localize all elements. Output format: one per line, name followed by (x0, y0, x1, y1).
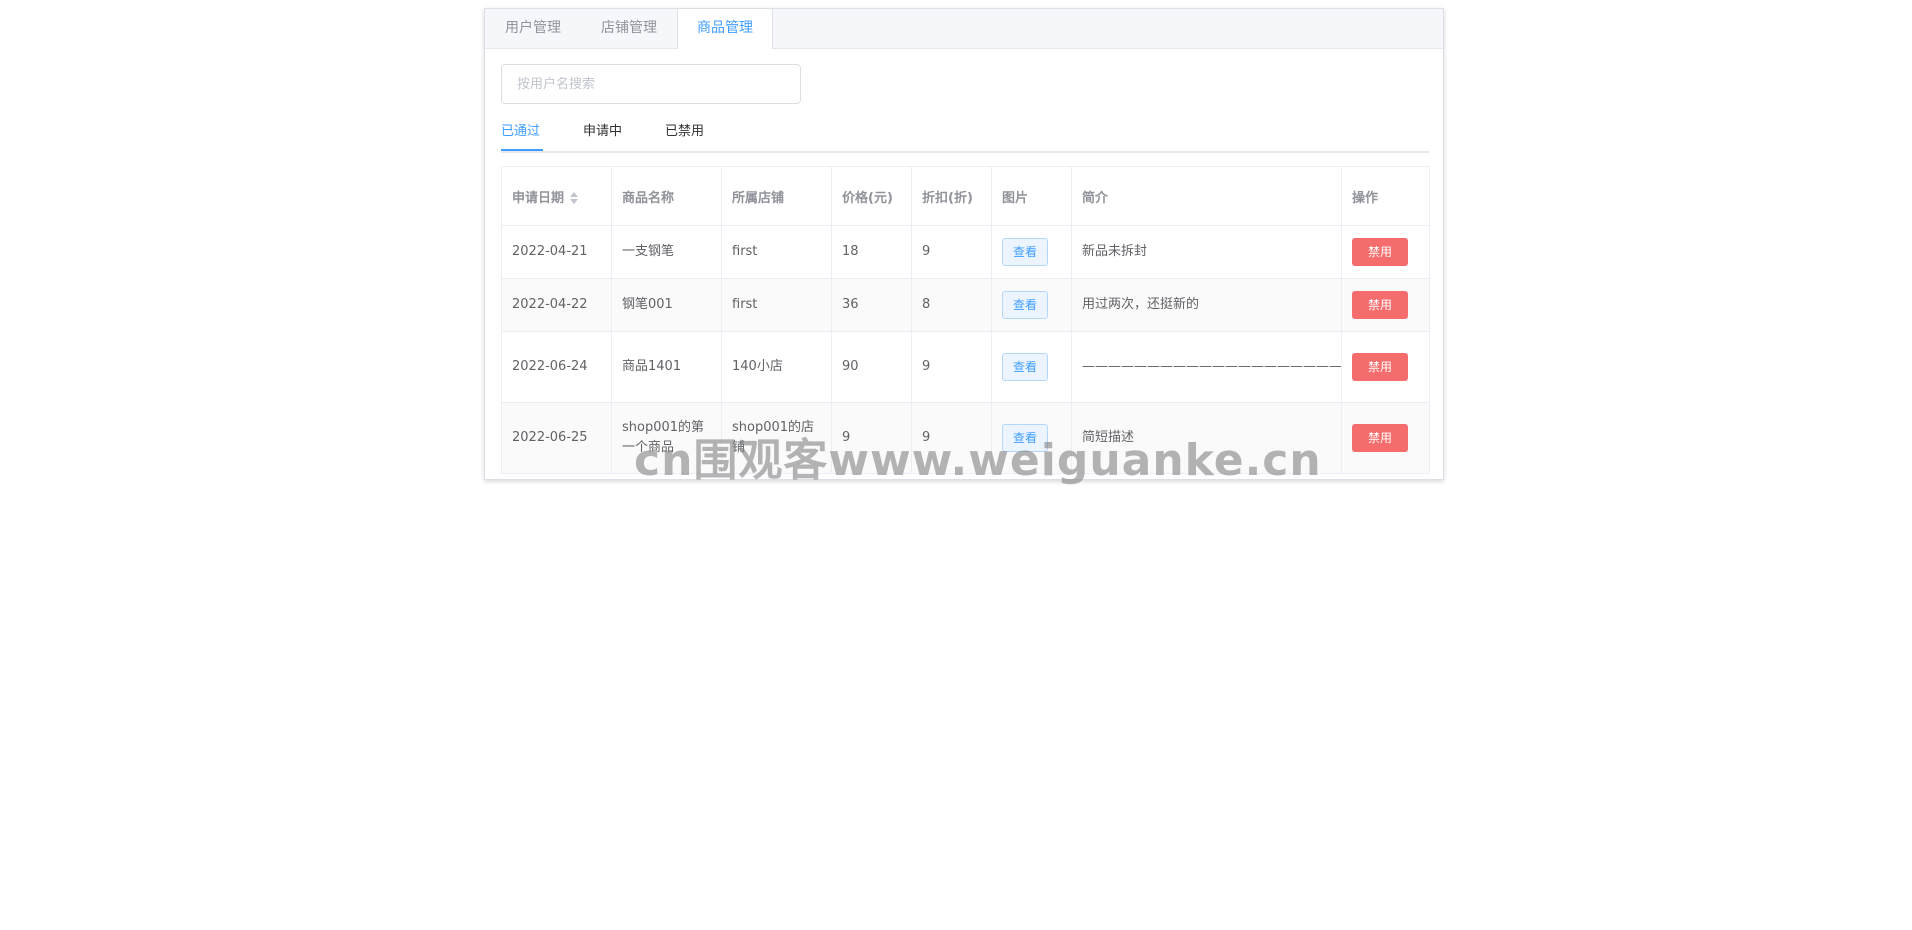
column-header-name: 商品名称 (611, 166, 722, 226)
ban-button[interactable]: 禁用 (1352, 353, 1408, 381)
tab-approved[interactable]: 已通过 (501, 115, 540, 151)
cell-discount: 9 (911, 331, 992, 403)
tab-shop-management[interactable]: 店铺管理 (581, 9, 677, 48)
ban-button[interactable]: 禁用 (1352, 424, 1408, 452)
cell-discount: 9 (911, 402, 992, 474)
view-image-button[interactable]: 查看 (1002, 424, 1049, 452)
cell-shop: shop001的店铺 (721, 402, 832, 474)
column-header-actions: 操作 (1341, 166, 1430, 226)
ban-button[interactable]: 禁用 (1352, 238, 1408, 266)
cell-intro: 用过两次，还挺新的 (1071, 278, 1342, 332)
cell-price: 18 (831, 225, 912, 279)
tab-user-management[interactable]: 用户管理 (485, 9, 581, 48)
table-row: 2022-04-21 一支钢笔 first 18 9 查看 新品未拆封 禁用 (501, 225, 1430, 279)
ban-button[interactable]: 禁用 (1352, 291, 1408, 319)
tab-pending[interactable]: 申请中 (583, 115, 622, 151)
cell-intro: —————————————————————————————— (1071, 331, 1342, 403)
cell-intro: 新品未拆封 (1071, 225, 1342, 279)
cell-name: shop001的第一个商品 (611, 402, 722, 474)
view-image-button[interactable]: 查看 (1002, 238, 1049, 266)
cell-name: 一支钢笔 (611, 225, 722, 279)
table-row: 2022-06-24 商品1401 140小店 90 9 查看 ————————… (501, 331, 1430, 403)
cell-image: 查看 (991, 331, 1072, 403)
view-image-button[interactable]: 查看 (1002, 291, 1049, 319)
cell-name: 商品1401 (611, 331, 722, 403)
sort-caret-icon[interactable] (569, 191, 579, 205)
column-header-date[interactable]: 申请日期 (501, 166, 612, 226)
cell-name: 钢笔001 (611, 278, 722, 332)
column-header-intro: 简介 (1071, 166, 1342, 226)
table-header-row: 申请日期 商品名称 所属店铺 价格(元) 折扣(折) 图片 简介 操作 (501, 166, 1430, 226)
cell-intro: 简短描述 (1071, 402, 1342, 474)
table-row: 2022-06-25 shop001的第一个商品 shop001的店铺 9 9 … (501, 402, 1430, 474)
cell-actions: 禁用 (1341, 402, 1430, 474)
table-row: 2022-04-22 钢笔001 first 36 8 查看 用过两次，还挺新的… (501, 278, 1430, 332)
cell-image: 查看 (991, 225, 1072, 279)
column-header-discount: 折扣(折) (911, 166, 992, 226)
cell-date: 2022-06-24 (501, 331, 612, 403)
cell-price: 90 (831, 331, 912, 403)
cell-date: 2022-04-22 (501, 278, 612, 332)
tab-goods-management[interactable]: 商品管理 (677, 9, 773, 49)
cell-shop: 140小店 (721, 331, 832, 403)
cell-image: 查看 (991, 402, 1072, 474)
tab-disabled[interactable]: 已禁用 (665, 115, 704, 151)
cell-price: 9 (831, 402, 912, 474)
search-input[interactable] (501, 64, 801, 104)
cell-shop: first (721, 278, 832, 332)
view-image-button[interactable]: 查看 (1002, 353, 1049, 381)
cell-image: 查看 (991, 278, 1072, 332)
column-header-shop: 所属店铺 (721, 166, 832, 226)
cell-actions: 禁用 (1341, 278, 1430, 332)
cell-actions: 禁用 (1341, 225, 1430, 279)
active-tab-indicator (501, 149, 543, 151)
cell-date: 2022-06-25 (501, 402, 612, 474)
top-tab-bar: 用户管理 店铺管理 商品管理 (485, 9, 1443, 49)
cell-discount: 8 (911, 278, 992, 332)
cell-price: 36 (831, 278, 912, 332)
cell-shop: first (721, 225, 832, 279)
cell-date: 2022-04-21 (501, 225, 612, 279)
status-tab-bar: 已通过 申请中 已禁用 (501, 115, 1429, 153)
cell-actions: 禁用 (1341, 331, 1430, 403)
cell-discount: 9 (911, 225, 992, 279)
goods-management-card: 用户管理 店铺管理 商品管理 已通过 申请中 已禁用 申请日期 商品名称 所属店… (484, 8, 1444, 480)
column-header-image: 图片 (991, 166, 1072, 226)
column-header-price: 价格(元) (831, 166, 912, 226)
goods-table: 申请日期 商品名称 所属店铺 价格(元) 折扣(折) 图片 简介 操作 2022… (501, 166, 1430, 474)
